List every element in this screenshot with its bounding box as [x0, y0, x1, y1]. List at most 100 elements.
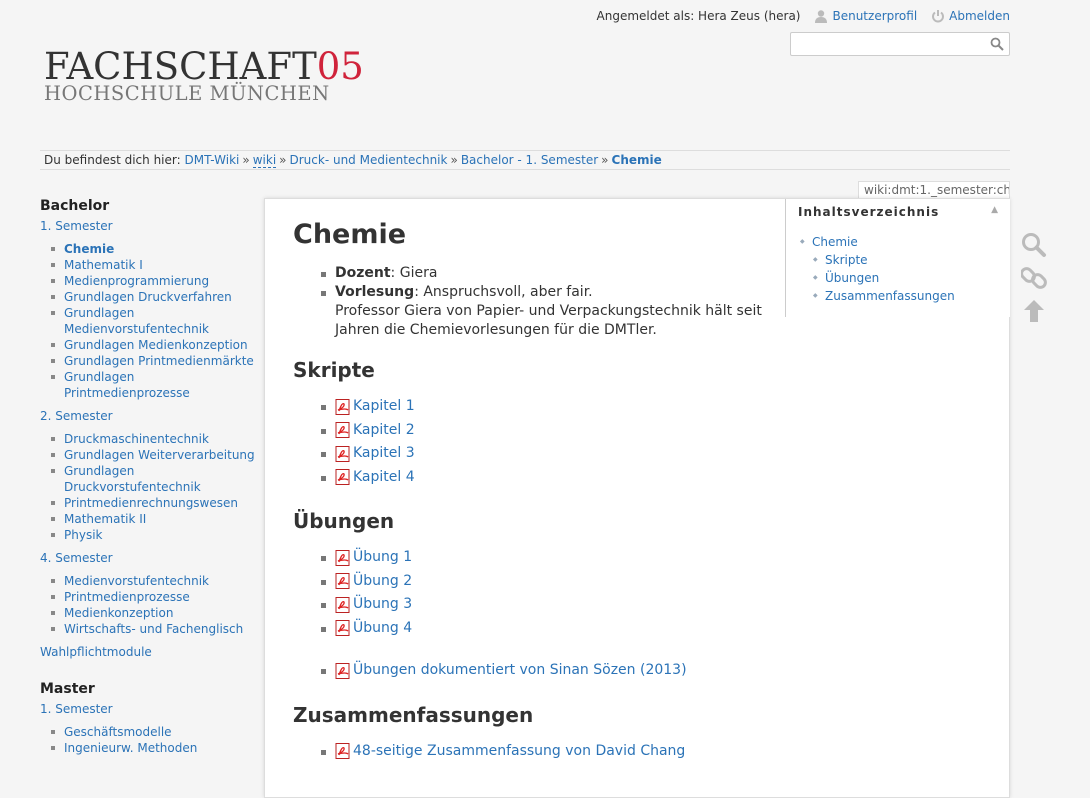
sidebar-item-printmedienprozesse[interactable]: Printmedienprozesse [51, 589, 260, 605]
pdf-link-kapitel-4[interactable]: Kapitel 4 [335, 468, 415, 487]
toc-item-zusammenfassungen[interactable]: Zusammenfassungen [813, 287, 998, 305]
link-text: Kapitel 2 [353, 421, 415, 438]
profile-link[interactable]: Benutzerprofil [814, 9, 917, 23]
vorlesung-text: Professor Giera von Papier- und Verpacku… [335, 303, 762, 319]
sidebar-item-medienprogrammierung[interactable]: Medienprogrammierung [51, 273, 260, 289]
section-heading-zusammenfassungen: Zusammenfassungen [293, 702, 534, 727]
sidebar-item-grundlagen-printmedienmaerkte[interactable]: Grundlagen Printmedienmärkte [51, 353, 260, 369]
link-text: Übung 2 [353, 572, 413, 589]
toc-toggle-icon[interactable]: ▲ [991, 205, 998, 219]
pdf-link-kapitel-1[interactable]: Kapitel 1 [335, 397, 415, 416]
pdf-icon [335, 620, 350, 636]
sidebar-link-bachelor-sem1[interactable]: 1. Semester [40, 219, 260, 233]
pdf-link-kapitel-3[interactable]: Kapitel 3 [335, 444, 415, 463]
breadcrumb-item-wiki[interactable]: wiki [252, 153, 277, 168]
pdf-icon [335, 573, 350, 589]
sidebar-item-ingenieurw-methoden[interactable]: Ingenieurw. Methoden [51, 740, 260, 756]
pdf-link-zusammenfassung[interactable]: 48-seitige Zusammenfassung von David Cha… [335, 742, 685, 761]
pdf-icon [335, 445, 350, 462]
pdf-icon [335, 469, 350, 485]
search-input[interactable] [790, 32, 1010, 56]
chain-link-icon [1021, 267, 1047, 289]
logout-label: Abmelden [949, 9, 1010, 23]
sidebar-link-bachelor-sem4[interactable]: 4. Semester [40, 551, 260, 565]
list-item: Kapitel 2 [321, 421, 763, 445]
vorlesung-text: Jahren die Chemievorlesungen für die DMT… [335, 322, 657, 338]
list-item: Kapitel 3 [321, 444, 763, 468]
toc-title: Inhaltsverzeichnis [798, 205, 940, 219]
sidebar-item-druckmaschinentechnik[interactable]: Druckmaschinentechnik [51, 431, 260, 447]
sidebar-item-grundlagen-druckvorstufentechnik[interactable]: Grundlagen Druckvorstufentechnik [51, 463, 260, 495]
sidebar-list-sem2: Druckmaschinentechnik Grundlagen Weiterv… [40, 431, 260, 543]
sidebar-link-wahlpflichtmodule[interactable]: Wahlpflichtmodule [40, 645, 260, 659]
pdf-link-uebungen-sinan[interactable]: Übungen dokumentiert von Sinan Sözen (20… [335, 661, 687, 680]
sidebar-item-text: Druckvorstufentechnik [64, 480, 201, 494]
breadcrumb-item-dmt-wiki[interactable]: DMT-Wiki [184, 153, 239, 167]
breadcrumb-item-current[interactable]: Chemie [612, 153, 662, 167]
sidebar-nav: Bachelor 1. Semester Chemie Mathematik I… [40, 198, 260, 764]
pdf-link-uebung-4[interactable]: Übung 4 [335, 619, 412, 638]
pdf-link-uebung-3[interactable]: Übung 3 [335, 595, 412, 614]
link-text: Übung 1 [353, 549, 413, 565]
sidebar-link-master-sem1[interactable]: 1. Semester [40, 702, 260, 716]
table-of-contents: Inhaltsverzeichnis ▲ Chemie Skripte Übun… [785, 199, 1010, 317]
pdf-icon [335, 743, 350, 759]
sidebar-item-wirtschafts-fachenglisch[interactable]: Wirtschafts- und Fachenglisch [51, 621, 260, 637]
pdf-link-uebung-1[interactable]: Übung 1 [335, 548, 412, 567]
pdf-link-uebung-2[interactable]: Übung 2 [335, 572, 412, 591]
back-to-top-button[interactable] [1020, 298, 1048, 324]
breadcrumb-item-bachelor[interactable]: Bachelor - 1. Semester [461, 153, 598, 167]
sidebar-item-printmedienrechnungswesen[interactable]: Printmedienrechnungswesen [51, 495, 260, 511]
zusammen-list: 48-seitige Zusammenfassung von David Cha… [293, 742, 763, 766]
sidebar-item-medienvorstufentechnik[interactable]: Medienvorstufentechnik [51, 573, 260, 589]
sidebar-item-grundlagen-medienkonzeption[interactable]: Grundlagen Medienkonzeption [51, 337, 260, 353]
sidebar-item-mathematik-2[interactable]: Mathematik II [51, 511, 260, 527]
sidebar-item-text: Grundlagen [64, 370, 135, 384]
uebungen-extra-list: Übungen dokumentiert von Sinan Sözen (20… [293, 661, 763, 685]
sidebar-item-mathematik-1[interactable]: Mathematik I [51, 257, 260, 273]
breadcrumb-prefix: Du befindest dich hier: [44, 153, 181, 167]
sidebar-item-geschaeftsmodelle[interactable]: Geschäftsmodelle [51, 724, 260, 740]
sidebar-item-physik[interactable]: Physik [51, 527, 260, 543]
breadcrumb: Du befindest dich hier: DMT-Wiki» wiki» Dr… [40, 150, 1010, 170]
sidebar-item-grundlagen-printmedienprozesse[interactable]: Grundlagen Printmedienprozesse [51, 369, 260, 401]
link-text: Übungen dokumentiert von Sinan Sözen (20… [353, 662, 687, 678]
list-item: Übung 1 [321, 548, 763, 572]
sidebar-item-text: Grundlagen [64, 464, 135, 478]
sidebar-item-text: Medienvorstufentechnik [64, 322, 210, 336]
list-item: Übung 4 [321, 619, 763, 643]
sidebar-heading-master: Master [40, 681, 95, 697]
list-item: Kapitel 1 [321, 397, 763, 421]
toc-list: Chemie Skripte Übungen Zusammenfassungen [798, 233, 998, 305]
sidebar-list-sem4: Medienvorstufentechnik Printmedienprozes… [40, 573, 260, 637]
sidebar-link-bachelor-sem2[interactable]: 2. Semester [40, 409, 260, 423]
sidebar-item-medienkonzeption[interactable]: Medienkonzeption [51, 605, 260, 621]
breadcrumb-separator: » [242, 153, 250, 167]
site-logo[interactable]: FACHSCHAFT05 HOCHSCHULE MÜNCHEN [44, 48, 364, 104]
sidebar-item-chemie[interactable]: Chemie [51, 241, 260, 257]
user-bar: Angemeldet als: Hera Zeus (hera) Benutze… [597, 9, 1010, 23]
list-item: Übung 3 [321, 595, 763, 619]
sidebar-item-grundlagen-druckverfahren[interactable]: Grundlagen Druckverfahren [51, 289, 260, 305]
toc-item-skripte[interactable]: Skripte [813, 251, 998, 269]
link-text: Kapitel 3 [353, 445, 415, 461]
skripte-list: Kapitel 1 Kapitel 2 Kapitel 3 Kapitel 4 [293, 397, 763, 491]
search-icon[interactable] [990, 37, 1004, 51]
breadcrumb-item-druck[interactable]: Druck- und Medientechnik [290, 153, 448, 167]
logged-in-text: Angemeldet als: Hera Zeus (hera) [596, 9, 801, 23]
toc-header[interactable]: Inhaltsverzeichnis ▲ [798, 205, 998, 219]
sidebar-item-grundlagen-weiterverarbeitung[interactable]: Grundlagen Weiterverarbeitung [51, 447, 260, 463]
article: Chemie Dozent: Giera Vorlesung: Anspruch… [293, 219, 763, 783]
sidebar-list-master-sem1: Geschäftsmodelle Ingenieurw. Methoden [40, 724, 260, 756]
sidebar-item-grundlagen-medienvorstufentechnik[interactable]: Grundlagen Medienvorstufentechnik [51, 305, 260, 337]
search-tool-button[interactable] [1020, 232, 1048, 258]
toc-item-uebungen[interactable]: Übungen [813, 269, 998, 287]
backlinks-button[interactable] [1020, 265, 1048, 291]
power-icon [932, 10, 945, 23]
list-item: Übung 2 [321, 572, 763, 596]
sidebar-item-text: Printmedienprozesse [64, 386, 190, 400]
profile-label: Benutzerprofil [832, 9, 918, 23]
toc-item-chemie[interactable]: Chemie Skripte Übungen Zusammenfassungen [800, 233, 998, 305]
pdf-link-kapitel-2[interactable]: Kapitel 2 [335, 421, 415, 440]
logout-link[interactable]: Abmelden [931, 9, 1010, 23]
